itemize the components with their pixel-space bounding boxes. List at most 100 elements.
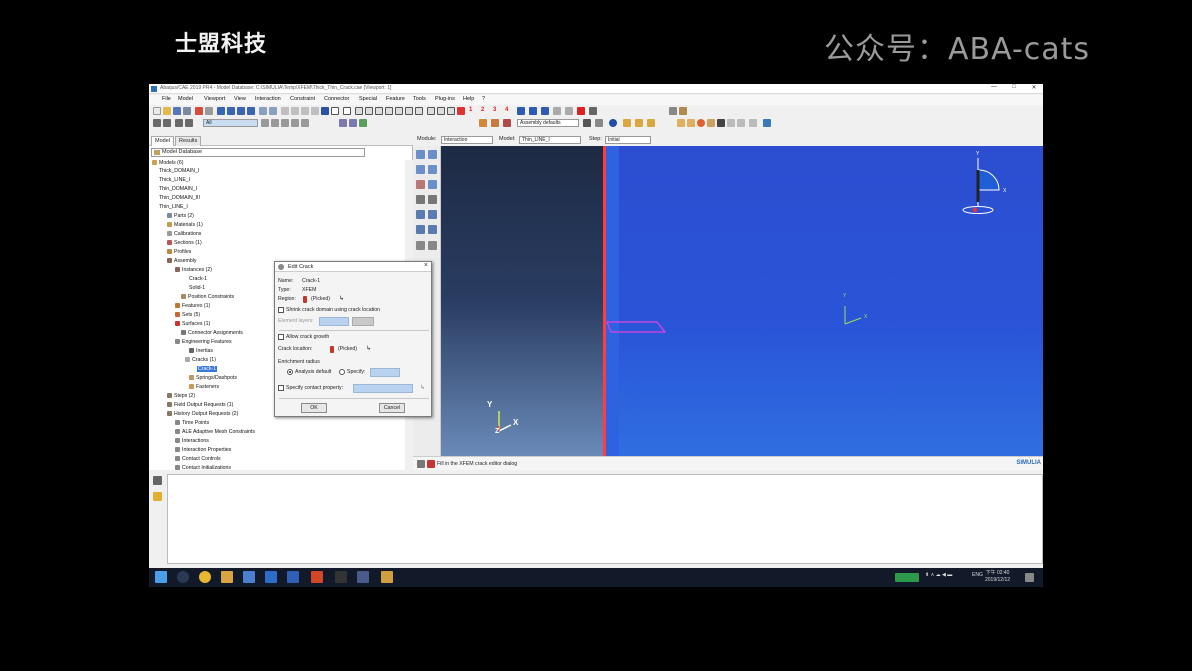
render-icon-3[interactable] (503, 119, 511, 127)
region-edit-icon[interactable]: ↳ (339, 295, 344, 302)
tree-node[interactable]: Solid-1 (189, 285, 205, 292)
display-group-icon[interactable] (427, 107, 435, 115)
open-icon[interactable] (163, 107, 171, 115)
menu-model[interactable]: Model (178, 96, 193, 102)
element-layers-field[interactable] (319, 317, 349, 326)
tree-node[interactable]: History Output Requests (2) (167, 411, 238, 418)
menu-help[interactable]: Help (463, 96, 474, 102)
filter-icon-3[interactable] (281, 119, 289, 127)
menu-viewport[interactable]: Viewport (204, 96, 225, 102)
tab-results[interactable]: Results (175, 136, 202, 146)
mesh-icon-3[interactable] (647, 119, 655, 127)
view-iso-icon[interactable] (355, 107, 363, 115)
analysis-default-radio[interactable] (287, 369, 293, 375)
tree-node[interactable]: Thick_LINE_I (159, 177, 190, 184)
filter-icon-2[interactable] (271, 119, 279, 127)
zoom-box-icon[interactable] (321, 107, 329, 115)
create-property-icon[interactable] (416, 165, 425, 174)
tree-node[interactable]: Surfaces (1) (175, 321, 210, 328)
replace-icon[interactable] (437, 107, 445, 115)
info-icon[interactable] (609, 119, 617, 127)
tree-node[interactable]: Interaction Properties (175, 447, 231, 454)
dialog-titlebar[interactable]: Edit Crack × (275, 262, 431, 272)
create-interaction-icon[interactable] (416, 150, 425, 159)
cascade-icon[interactable] (269, 107, 277, 115)
zoom-view-icon[interactable] (553, 107, 561, 115)
tab-model[interactable]: Model (151, 136, 174, 146)
render-icon-5[interactable] (595, 119, 603, 127)
tree-node[interactable]: Sets (5) (175, 312, 200, 319)
light-icon-2[interactable] (687, 119, 695, 127)
view-back-icon[interactable] (375, 107, 383, 115)
cycle-views-icon[interactable] (589, 107, 597, 115)
toolbar-number-1[interactable]: 1 (469, 107, 472, 113)
maximize-button[interactable]: □ (1007, 84, 1021, 90)
tree-node[interactable]: Field Output Requests (1) (167, 402, 233, 409)
abaqus-taskbar-icon[interactable] (357, 571, 369, 583)
render-icon-1[interactable] (479, 119, 487, 127)
query-red-icon[interactable] (457, 107, 465, 115)
tree-node[interactable]: Thick_DOMAIN_I (159, 168, 199, 175)
tree-node[interactable]: Assembly (167, 258, 197, 265)
render-style-field[interactable]: Assembly defaults (517, 119, 579, 127)
prompt-cancel-icon[interactable] (427, 460, 435, 468)
contact-property-field[interactable] (353, 384, 413, 393)
battery-indicator[interactable] (895, 573, 919, 582)
filter-icon-1[interactable] (261, 119, 269, 127)
render-icon-4[interactable] (583, 119, 591, 127)
tree-node[interactable]: Inertias (189, 348, 213, 355)
tree-node[interactable]: Crack-1 (189, 276, 207, 283)
crack-location-edit-icon[interactable]: ↳ (366, 345, 371, 352)
shrink-domain-checkbox[interactable] (278, 307, 284, 313)
connector-section-icon[interactable] (416, 195, 425, 204)
terminal-icon[interactable] (335, 571, 347, 583)
tree-node[interactable]: Materials (1) (167, 222, 203, 229)
contact-property-checkbox[interactable] (278, 385, 284, 391)
view-left-icon[interactable] (405, 107, 413, 115)
toolbar-number-3[interactable]: 3 (493, 107, 496, 113)
viewport-icon-2[interactable] (227, 107, 235, 115)
connector-manager-icon[interactable] (428, 195, 437, 204)
light-icon-4[interactable] (707, 119, 715, 127)
tree-node[interactable]: Engineering Features (175, 339, 232, 346)
light-icon-6[interactable] (727, 119, 735, 127)
visibility-icon-1[interactable] (153, 119, 161, 127)
menu-constraint[interactable]: Constraint (290, 96, 315, 102)
tree-node[interactable]: Interactions (175, 438, 209, 445)
box-zoom-icon[interactable] (565, 107, 573, 115)
selection-filter-field[interactable]: All (203, 119, 258, 127)
menu-connector[interactable]: Connector (324, 96, 349, 102)
partition-icon[interactable] (428, 241, 437, 250)
specify-radius-field[interactable] (370, 368, 400, 377)
tree-node[interactable]: Features (1) (175, 303, 210, 310)
module-select[interactable]: Interaction (441, 136, 493, 144)
zoom-icon[interactable] (311, 107, 319, 115)
powerpoint-icon[interactable] (311, 571, 323, 583)
display-icon-2[interactable] (349, 119, 357, 127)
mesh-icon-2[interactable] (635, 119, 643, 127)
view-right-icon[interactable] (415, 107, 423, 115)
auto-fit-icon[interactable] (577, 107, 585, 115)
light-icon-7[interactable] (737, 119, 745, 127)
rotate-view-icon[interactable] (529, 107, 537, 115)
tree-node[interactable]: Thin_LINE_I (159, 204, 188, 211)
notification-icon[interactable] (1025, 573, 1034, 582)
graphics-viewport[interactable]: Y X Z Y X Y X (441, 146, 1043, 456)
filter-icon-4[interactable] (291, 119, 299, 127)
create-wire-icon[interactable] (416, 210, 425, 219)
specify-radio[interactable] (339, 369, 345, 375)
outlook-icon[interactable] (287, 571, 299, 583)
create-crack-icon[interactable] (416, 225, 425, 234)
crack-manager-icon[interactable] (428, 225, 437, 234)
tree-node[interactable]: Sections (1) (167, 240, 202, 247)
toolbar-icon-right-1[interactable] (669, 107, 677, 115)
light-icon-5[interactable] (717, 119, 725, 127)
text-tool-icon[interactable] (343, 107, 351, 115)
menu-special[interactable]: Special (359, 96, 377, 102)
tile-icon[interactable] (259, 107, 267, 115)
taskbar-clock[interactable]: 下午 02:40 2019/12/12 (985, 570, 1010, 584)
pan-view-icon[interactable] (541, 107, 549, 115)
visibility-icon-3[interactable] (175, 119, 183, 127)
tree-node-selected[interactable]: Crack-1 (197, 366, 218, 373)
tree-node[interactable]: Thin_DOMAIN_III (159, 195, 200, 202)
